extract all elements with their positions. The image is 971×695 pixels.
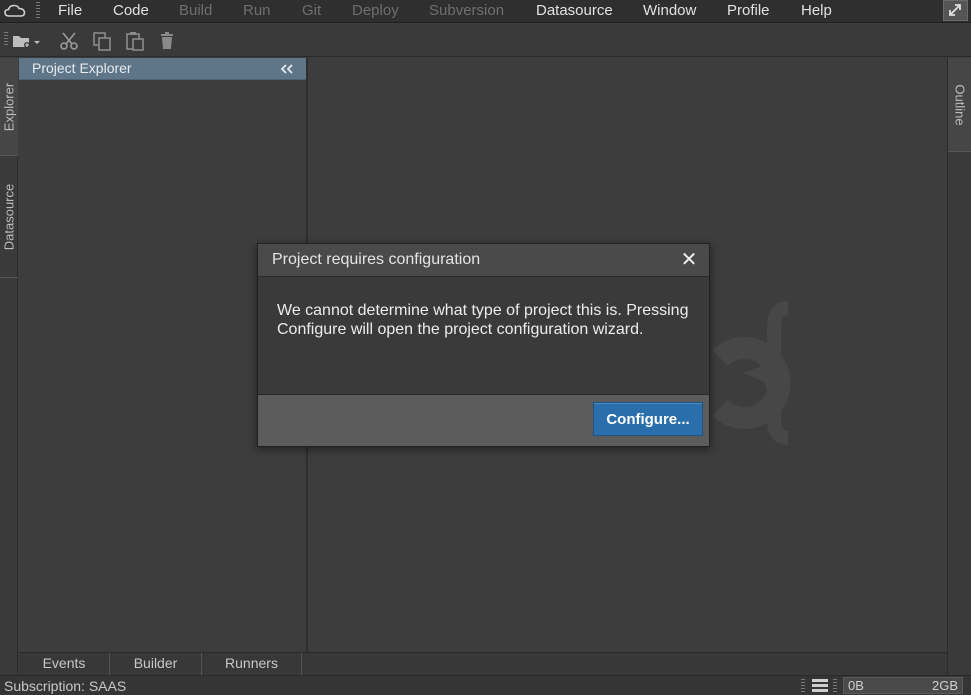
trash-icon <box>161 32 173 49</box>
bottom-tabs: Events Builder Runners <box>19 652 947 676</box>
tab-explorer[interactable]: Explorer <box>0 58 18 156</box>
dialog-message: We cannot determine what type of project… <box>277 302 689 338</box>
toolbar <box>0 24 971 57</box>
menu-window[interactable]: Window <box>643 2 696 19</box>
dialog-footer: Configure... <box>258 394 709 446</box>
project-config-dialog: Project requires configuration ✕ We cann… <box>257 243 710 447</box>
dialog-title: Project requires configuration <box>272 251 481 268</box>
new-project-dropdown[interactable] <box>12 31 44 51</box>
project-explorer-title: Project Explorer <box>32 60 132 76</box>
subscription-status: Subscription: SAAS <box>4 678 127 694</box>
toolbar-grip-handle[interactable] <box>4 32 8 47</box>
status-grip-handle-2[interactable] <box>833 679 837 694</box>
copy-icon <box>93 32 111 51</box>
menu-run[interactable]: Run <box>243 2 271 19</box>
menu-help[interactable]: Help <box>801 2 832 19</box>
delete-button[interactable] <box>158 31 178 51</box>
status-grip-handle[interactable] <box>801 679 805 694</box>
status-bar: Subscription: SAAS 0B 2GB <box>0 675 971 695</box>
memory-used-label: 0B <box>848 678 864 693</box>
close-icon[interactable]: ✕ <box>680 250 698 270</box>
memory-monitor-icon[interactable] <box>811 678 829 693</box>
watermark-logo-icon <box>712 301 791 445</box>
menu-deploy[interactable]: Deploy <box>352 2 399 19</box>
tab-explorer-label: Explorer <box>1 82 17 131</box>
menu-git[interactable]: Git <box>302 2 321 19</box>
project-explorer-header: Project Explorer <box>19 58 306 80</box>
configure-button[interactable]: Configure... <box>593 402 703 436</box>
menu-grip-handle[interactable] <box>36 2 40 20</box>
menu-file[interactable]: File <box>58 2 82 19</box>
memory-total-label: 2GB <box>931 678 958 693</box>
tab-outline-label: Outline <box>952 83 967 126</box>
tab-events[interactable]: Events <box>19 653 110 676</box>
copy-button[interactable] <box>92 31 112 51</box>
left-side-tabs: Explorer Datasource <box>0 58 18 676</box>
tab-datasource-label: Datasource <box>1 183 17 251</box>
right-side-tabs: Outline <box>947 58 971 676</box>
expand-icon <box>949 4 961 16</box>
dialog-body: We cannot determine what type of project… <box>258 278 709 394</box>
dialog-header: Project requires configuration ✕ <box>258 244 709 277</box>
cloud-logo-icon[interactable] <box>4 3 26 19</box>
memory-usage-bar: 0B 2GB <box>843 677 963 694</box>
paste-button[interactable] <box>125 31 145 51</box>
maximize-button[interactable] <box>943 0 968 21</box>
menu-build[interactable]: Build <box>179 2 212 19</box>
tab-runners[interactable]: Runners <box>202 653 302 676</box>
tab-builder[interactable]: Builder <box>110 653 202 676</box>
menu-code[interactable]: Code <box>113 2 149 19</box>
tab-datasource[interactable]: Datasource <box>0 157 18 278</box>
paste-icon <box>126 32 144 51</box>
tab-outline[interactable]: Outline <box>948 58 971 152</box>
double-chevron-left-icon[interactable] <box>281 64 293 74</box>
menu-datasource[interactable]: Datasource <box>536 2 613 19</box>
menu-subversion[interactable]: Subversion <box>429 2 504 19</box>
folder-new-icon <box>13 36 40 48</box>
menu-bar: File Code Build Run Git Deploy Subversio… <box>0 0 971 23</box>
cut-button[interactable] <box>59 31 79 51</box>
menu-profile[interactable]: Profile <box>727 2 770 19</box>
scissors-icon <box>60 32 78 50</box>
